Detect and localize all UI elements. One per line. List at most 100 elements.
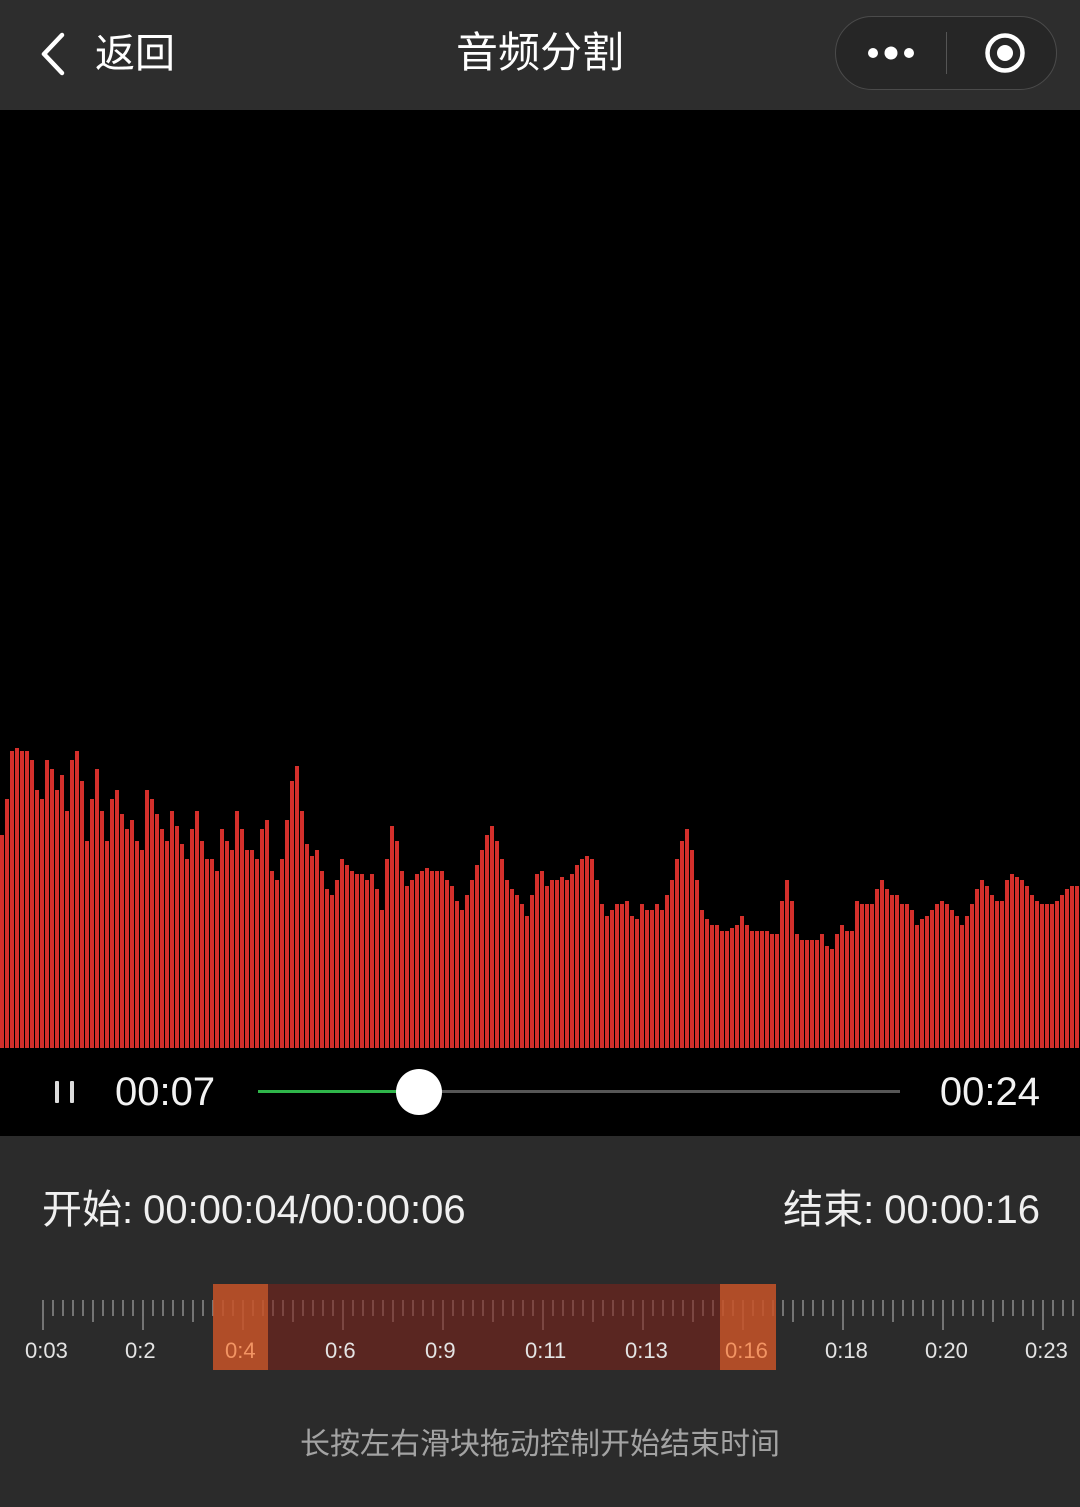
audio-split-page: 返回 音频分割 00:07 00:24 开始: 00:00:04/00:00:0… [0, 0, 1080, 1507]
waveform-bar [660, 910, 664, 1048]
waveform-bar [340, 859, 344, 1048]
waveform-bar [90, 799, 94, 1048]
waveform-bar [20, 751, 24, 1048]
waveform-bar [265, 820, 269, 1048]
waveform-bar [380, 910, 384, 1048]
waveform-bar [925, 916, 929, 1048]
waveform-bar [665, 895, 669, 1048]
waveform-bar [230, 850, 234, 1048]
waveform-bar [305, 844, 309, 1048]
waveform-bar [375, 889, 379, 1048]
waveform-bar [425, 868, 429, 1048]
waveform-bar [1035, 901, 1039, 1048]
waveform-bar [1030, 895, 1034, 1048]
timeline-label-end: 0:16 [725, 1338, 768, 1363]
current-time: 00:07 [115, 1070, 216, 1114]
back-label: 返回 [95, 32, 175, 76]
waveform-bar [255, 859, 259, 1048]
close-button[interactable] [947, 17, 1055, 88]
waveform-bar [630, 916, 634, 1048]
back-button[interactable]: 返回 [30, 18, 200, 90]
waveform-bar [780, 901, 784, 1048]
waveform-bar [1025, 886, 1029, 1048]
waveform-bar [390, 826, 394, 1048]
waveform-bar [620, 904, 624, 1048]
waveform-bar [995, 901, 999, 1048]
waveform-bar [815, 940, 819, 1048]
waveform-bar [485, 835, 489, 1048]
waveform-bar [835, 934, 839, 1048]
waveform-bar [850, 931, 854, 1048]
waveform-bar [980, 880, 984, 1048]
waveform-bar [155, 814, 159, 1048]
waveform-bar [245, 850, 249, 1048]
waveform-bar [640, 904, 644, 1048]
end-value: 00:00:16 [884, 1188, 1040, 1232]
waveform-bar [60, 775, 64, 1048]
timeline-label: 0:18 [825, 1338, 868, 1363]
waveform-bar [285, 820, 289, 1048]
timeline-label: 0:11 [525, 1338, 567, 1363]
waveform-bar [25, 751, 29, 1048]
waveform-bar [785, 880, 789, 1048]
waveform-bar [840, 925, 844, 1048]
waveform-bar [600, 904, 604, 1048]
timeline-label: 0:6 [325, 1338, 356, 1363]
waveform-bar [720, 931, 724, 1048]
waveform-bar [250, 850, 254, 1048]
waveform-bar [895, 895, 899, 1048]
waveform-bar [295, 766, 299, 1048]
waveform-bar [710, 925, 714, 1048]
waveform-bar [735, 925, 739, 1048]
waveform-bar [115, 790, 119, 1048]
pause-button[interactable] [44, 1070, 88, 1114]
waveform-bar [220, 829, 224, 1048]
waveform-bar [880, 880, 884, 1048]
waveform-bar [270, 871, 274, 1048]
waveform-bar [560, 877, 564, 1048]
waveform-bar [370, 874, 374, 1048]
total-time: 00:24 [939, 1070, 1040, 1114]
timeline-label: 0:03 [25, 1338, 68, 1363]
waveform-bar [890, 895, 894, 1048]
waveform-bar [345, 865, 349, 1048]
timeline-label: 0:20 [925, 1338, 968, 1363]
range-info: 开始: 00:00:04/00:00:06 结束: 00:00:16 [0, 1180, 1080, 1240]
waveform-bar [45, 760, 49, 1048]
waveform-bar [40, 799, 44, 1048]
more-button[interactable] [836, 17, 946, 88]
waveform-bar [435, 871, 439, 1048]
waveform-panel [0, 110, 1080, 1048]
slider-thumb[interactable] [395, 1069, 442, 1115]
timeline-ruler[interactable]: 0:03 0:2 0:4 0:6 0:9 0:11 0:13 0:16 0:18… [0, 1284, 1080, 1370]
waveform-bar [15, 748, 19, 1048]
waveform-bar [75, 751, 79, 1048]
waveform-bar [990, 895, 994, 1048]
waveform-bar [170, 811, 174, 1048]
playback-slider[interactable] [258, 1069, 900, 1115]
waveform-bar [970, 904, 974, 1048]
timeline-label-start: 0:4 [225, 1338, 256, 1363]
waveform-bar [1060, 895, 1064, 1048]
waveform-bar [960, 925, 964, 1048]
waveform-bar [1000, 901, 1004, 1048]
waveform-bar [615, 904, 619, 1048]
start-time-display: 开始: 00:00:04/00:00:06 [42, 1180, 466, 1240]
waveform-bar [355, 874, 359, 1048]
waveform [0, 748, 1079, 1048]
waveform-bar [100, 811, 104, 1048]
waveform-bar [570, 874, 574, 1048]
slider-played-fill [258, 1090, 419, 1093]
waveform-bar [480, 850, 484, 1048]
waveform-bar [955, 916, 959, 1048]
waveform-bar [860, 904, 864, 1048]
waveform-bar [275, 880, 279, 1048]
waveform-bar [30, 760, 34, 1048]
waveform-bar [1040, 904, 1044, 1048]
waveform-bar [985, 886, 989, 1048]
waveform-bar [360, 874, 364, 1048]
waveform-bar [125, 829, 129, 1048]
waveform-bar [690, 850, 694, 1048]
start-value: 00:00:04/00:00:06 [143, 1188, 466, 1232]
waveform-bar [175, 826, 179, 1048]
